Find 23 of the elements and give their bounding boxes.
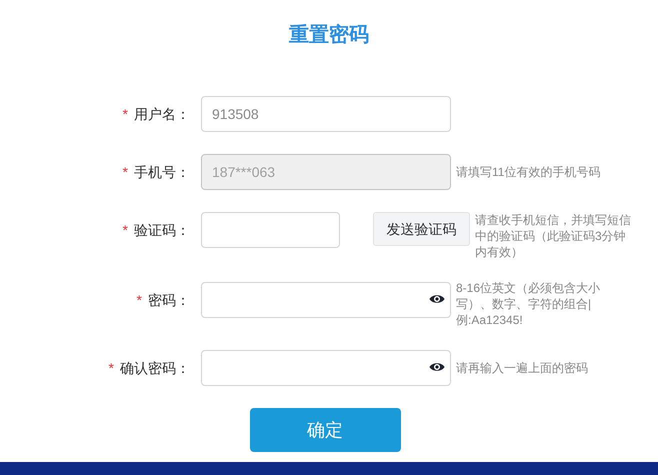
hint-text: 请再输入一遍上面的密码	[456, 360, 588, 376]
required-mark: *	[108, 358, 114, 378]
field-label: 密码：	[148, 290, 190, 310]
required-mark: *	[122, 220, 128, 240]
page-title: 重置密码	[289, 22, 369, 46]
required-mark: *	[136, 290, 142, 310]
input-field[interactable]: 913508	[201, 96, 451, 132]
eye-icon[interactable]	[429, 293, 445, 305]
input-field[interactable]	[201, 350, 451, 386]
send-code-button[interactable]: 发送验证码	[373, 212, 470, 246]
confirm-button[interactable]: 确定	[250, 408, 400, 452]
hint-text: 8-16位英文（必须包含大小写）、数字、字符的组合|例:Aa12345!	[456, 280, 602, 328]
required-mark: *	[122, 104, 128, 124]
hint-text: 请填写11位有效的手机号码	[456, 164, 600, 180]
input-field[interactable]	[201, 212, 340, 248]
field-label: 验证码：	[134, 220, 190, 240]
input-field[interactable]	[201, 282, 451, 318]
required-mark: *	[122, 162, 128, 182]
field-label: 确认密码：	[120, 358, 190, 378]
field-label: 用户名：	[134, 104, 190, 124]
field-label: 手机号：	[134, 162, 190, 182]
hint-text: 请查收手机短信，并填写短信中的验证码（此验证码3分钟内有效）	[475, 212, 632, 260]
eye-icon[interactable]	[429, 361, 445, 373]
